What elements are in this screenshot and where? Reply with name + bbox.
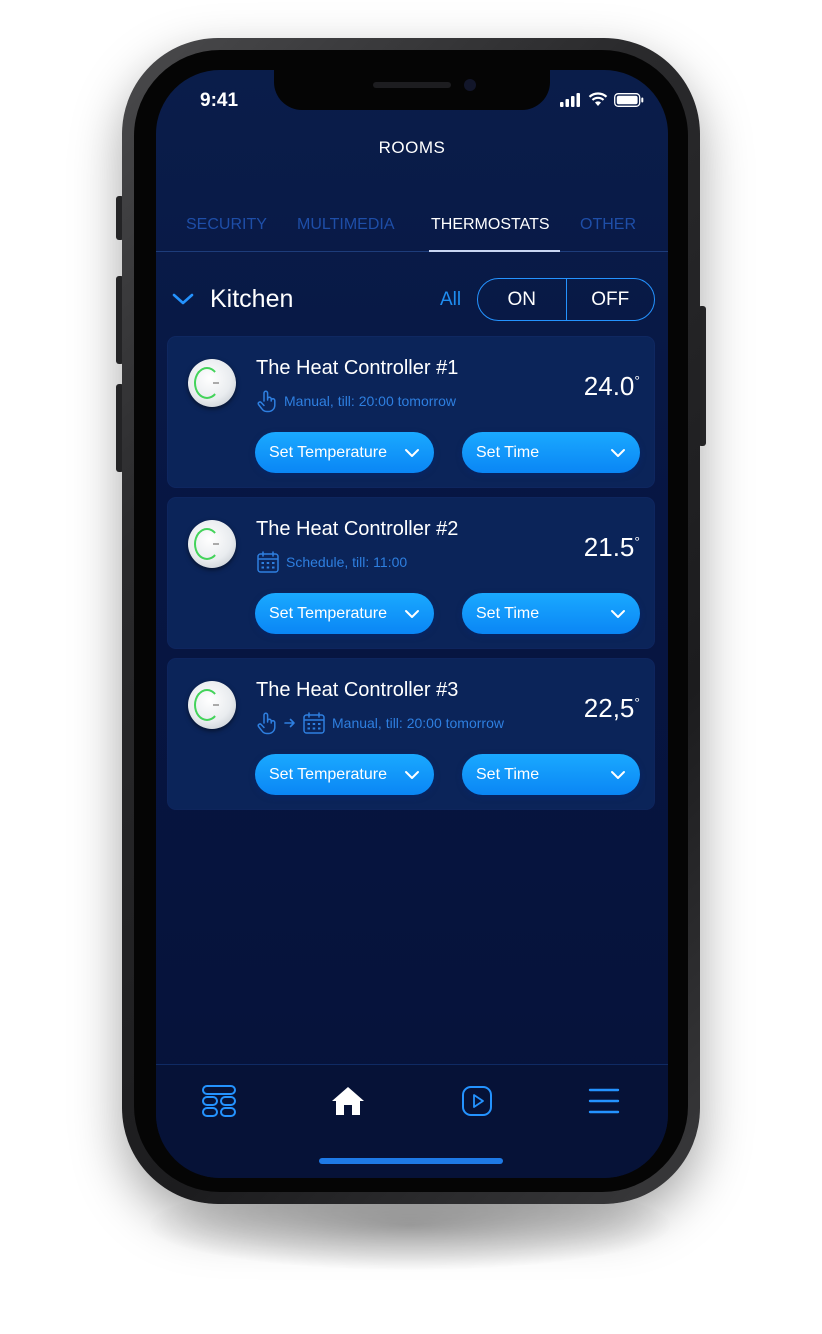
tab-multimedia[interactable]: MULTIMEDIA <box>297 216 394 234</box>
set-time-dropdown[interactable]: Set Time <box>462 754 640 795</box>
current-temperature: 24.0° <box>583 371 640 401</box>
thermostat-device-image <box>188 359 236 407</box>
home-indicator[interactable] <box>319 1158 503 1164</box>
device-mode: Manual, till: 20:00 tomorrow <box>256 711 504 735</box>
thermostat-card: The Heat Controller #1 24.0° Manual, til… <box>168 337 654 487</box>
device-mode-text: Schedule, till: 11:00 <box>286 554 408 570</box>
hand-pointer-icon <box>257 712 276 735</box>
degree-sign: ° <box>634 694 640 711</box>
nav-rooms[interactable] <box>199 1081 239 1121</box>
device-mode-text: Manual, till: 20:00 tomorrow <box>284 393 456 409</box>
chevron-down-icon <box>405 770 419 779</box>
set-time-label: Set Time <box>476 604 540 622</box>
cellular-signal-icon <box>560 92 580 107</box>
home-icon <box>332 1087 364 1115</box>
set-temperature-dropdown[interactable]: Set Temperature <box>255 754 434 795</box>
nav-home[interactable] <box>328 1081 368 1121</box>
calendar-icon <box>303 712 325 734</box>
device-name: The Heat Controller #3 <box>256 679 459 701</box>
nav-media[interactable] <box>457 1081 497 1121</box>
chevron-down-icon <box>405 448 419 457</box>
degree-sign: ° <box>634 533 640 550</box>
set-temperature-label: Set Temperature <box>269 443 387 461</box>
chevron-down-icon[interactable] <box>172 292 194 306</box>
chevron-down-icon <box>611 770 625 779</box>
device-mode: Manual, till: 20:00 tomorrow <box>256 389 456 413</box>
device-name: The Heat Controller #1 <box>256 357 459 379</box>
device-led <box>213 543 219 545</box>
set-temperature-dropdown[interactable]: Set Temperature <box>255 593 434 634</box>
thermostat-device-image <box>188 681 236 729</box>
calendar-icon <box>257 551 279 573</box>
status-icons <box>560 92 644 107</box>
page-title: ROOMS <box>378 138 446 157</box>
device-mode: Schedule, till: 11:00 <box>256 550 407 574</box>
status-time: 9:41 <box>200 90 239 111</box>
filter-all-button[interactable]: All <box>440 289 461 311</box>
chevron-down-icon <box>611 609 625 618</box>
tab-security[interactable]: SECURITY <box>186 216 267 234</box>
set-time-dropdown[interactable]: Set Time <box>462 593 640 634</box>
set-time-dropdown[interactable]: Set Time <box>462 432 640 473</box>
thermostat-device-image <box>188 520 236 568</box>
off-button[interactable]: OFF <box>567 279 655 320</box>
device-mode-text: Manual, till: 20:00 tomorrow <box>332 715 504 731</box>
tab-other[interactable]: OTHER <box>580 216 636 234</box>
nav-menu[interactable] <box>584 1081 624 1121</box>
room-name[interactable]: Kitchen <box>210 285 293 314</box>
arrow-right-icon <box>284 718 295 728</box>
current-temperature: 22,5° <box>583 693 640 723</box>
notch <box>274 70 550 110</box>
battery-icon <box>614 92 644 107</box>
chevron-down-icon <box>611 448 625 457</box>
category-tabs: SECURITY MULTIMEDIA THERMOSTATS OTHER <box>156 210 668 252</box>
thermostat-card: The Heat Controller #3 22,5° Manual, til… <box>168 659 654 809</box>
room-power-toggle: ON OFF <box>477 278 655 321</box>
degree-sign: ° <box>634 372 640 389</box>
thermostat-card: The Heat Controller #2 21.5° Schedule, t… <box>168 498 654 648</box>
chevron-down-icon <box>405 609 419 618</box>
active-tab-indicator <box>429 250 560 252</box>
on-button[interactable]: ON <box>478 279 567 320</box>
app-screen: 9:41 ROOMS SECURITY MULTIMEDIA THERMOSTA… <box>156 70 668 1178</box>
device-led <box>213 704 219 706</box>
earpiece-speaker <box>373 82 451 88</box>
device-led <box>213 382 219 384</box>
rooms-grid-icon <box>202 1085 236 1117</box>
media-play-icon <box>462 1086 492 1116</box>
set-temperature-label: Set Temperature <box>269 765 387 783</box>
set-temperature-dropdown[interactable]: Set Temperature <box>255 432 434 473</box>
set-time-label: Set Time <box>476 765 540 783</box>
device-name: The Heat Controller #2 <box>256 518 459 540</box>
front-camera <box>464 79 476 91</box>
menu-icon <box>588 1088 620 1114</box>
tab-thermostats[interactable]: THERMOSTATS <box>431 216 550 234</box>
hand-pointer-icon <box>257 390 276 413</box>
current-temperature: 21.5° <box>583 532 640 562</box>
wifi-icon <box>588 92 608 106</box>
set-time-label: Set Time <box>476 443 540 461</box>
set-temperature-label: Set Temperature <box>269 604 387 622</box>
